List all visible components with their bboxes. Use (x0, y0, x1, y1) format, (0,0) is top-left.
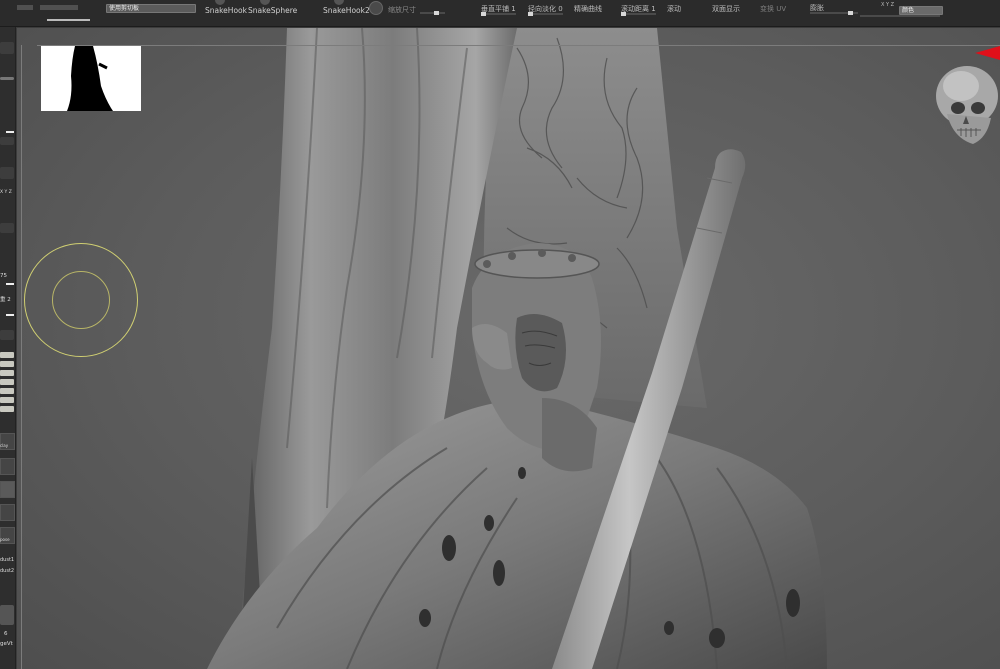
brush-icon[interactable] (215, 0, 225, 5)
palette-pill[interactable] (0, 361, 14, 367)
vertical-tile-slider[interactable] (481, 12, 516, 16)
brush-thumbnail-icon[interactable] (0, 504, 15, 521)
inflate-slider[interactable] (810, 11, 858, 15)
top-toolbar: 使用剪切板 SnakeHook SnakeSphere SnakeHook2 缩… (0, 0, 1000, 27)
palette-pill[interactable] (0, 406, 14, 412)
clipboard-field[interactable]: 使用剪切板 (106, 4, 196, 13)
dust2-label[interactable]: dust2 (0, 568, 14, 574)
xyz-symmetry-toggle[interactable]: X Y Z (881, 2, 894, 8)
palette-divider (0, 77, 14, 80)
scale-size-label: 缩放尺寸 (388, 6, 416, 14)
toolbar-toggle[interactable] (17, 5, 33, 10)
palette-button[interactable] (0, 223, 14, 233)
viewport-guide (21, 45, 22, 669)
sculpt-model (207, 28, 827, 669)
scroll-distance-slider[interactable] (621, 12, 656, 16)
palette-button[interactable] (0, 330, 14, 340)
palette-pill[interactable] (0, 370, 14, 376)
brush-snakehook2[interactable]: SnakeHook2 (323, 6, 370, 15)
color-field[interactable]: 颜色 (899, 6, 943, 15)
precise-curve-button[interactable]: 精确曲线 (574, 4, 602, 14)
palette-pill[interactable] (0, 352, 14, 358)
brush-icon[interactable] (334, 0, 344, 5)
clay-label: clay (0, 443, 9, 448)
brush-thumbnail-icon[interactable] (0, 458, 15, 475)
material-sphere-icon[interactable] (369, 1, 383, 15)
toolbar-toggle[interactable] (40, 5, 78, 10)
scale-slider[interactable] (420, 11, 445, 15)
brush-cursor-inner (52, 271, 110, 329)
draw-size-slider[interactable] (47, 19, 90, 21)
palette-button[interactable] (0, 42, 14, 54)
gevt-label: geVt (0, 641, 13, 647)
label-2: 重 2 (0, 297, 11, 303)
brush-thumbnail-icon[interactable] (0, 481, 15, 498)
radial-fade-slider[interactable] (528, 12, 563, 16)
navigation-skull-icon[interactable] (933, 58, 1000, 153)
palette-button[interactable] (0, 605, 14, 625)
silhouette-shape (98, 62, 108, 70)
canvas-viewport[interactable] (17, 28, 1000, 669)
brush-snakehook[interactable]: SnakeHook (205, 6, 247, 15)
scroll-button[interactable]: 滚动 (667, 4, 681, 14)
value-75: 75 (0, 273, 7, 279)
palette-pill[interactable] (0, 379, 14, 385)
silhouette-thumbnail[interactable] (41, 46, 141, 111)
brush-snakesphere[interactable]: SnakeSphere (248, 6, 297, 15)
crown (474, 249, 600, 279)
left-palette: X Y Z 75 重 2 clay pose dust1 dust2 6 geV… (0, 27, 16, 669)
palette-indicator (6, 314, 14, 316)
xyz-label: X Y Z (0, 190, 12, 195)
palette-button[interactable] (0, 137, 14, 145)
palette-indicator (6, 131, 14, 133)
brush-icon[interactable] (260, 0, 270, 5)
palette-pill[interactable] (0, 388, 14, 394)
color-slider[interactable] (860, 15, 940, 17)
dust1-label[interactable]: dust1 (0, 557, 14, 563)
transform-uv-button[interactable]: 变换 UV (760, 4, 786, 14)
palette-button[interactable] (0, 167, 14, 179)
double-sided-button[interactable]: 双面显示 (712, 4, 740, 14)
value-6: 6 (4, 631, 8, 637)
pose-label: pose (0, 537, 10, 542)
palette-pill[interactable] (0, 397, 14, 403)
palette-indicator (6, 283, 14, 285)
viewport-guide (37, 45, 1000, 46)
silhouette-shape (67, 46, 113, 111)
